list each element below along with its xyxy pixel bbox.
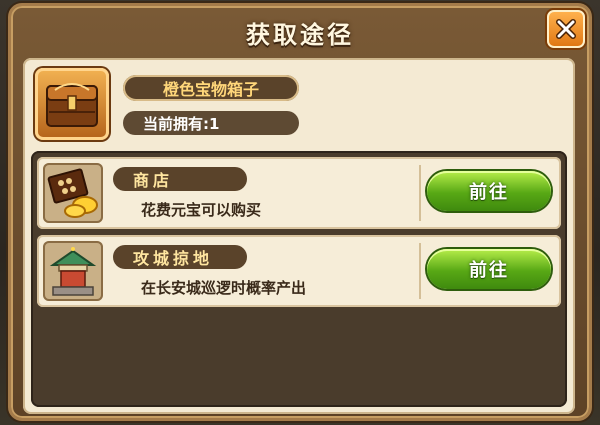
list-item-shop: 商店 花费元宝可以购买 前往 <box>37 157 561 229</box>
close-button[interactable] <box>547 10 585 48</box>
item-owned-count: 当前拥有:1 <box>123 111 299 135</box>
item-name: 橙色宝物箱子 <box>123 75 299 101</box>
item-header: 橙色宝物箱子 当前拥有:1 <box>23 58 575 146</box>
dialog-title: 获取途径 <box>246 20 354 49</box>
source-list: 商店 花费元宝可以购买 前往 攻城掠地 在长安城巡逻时概率产出 前往 <box>31 151 567 407</box>
acquisition-dialog: 获取途径 橙色宝物箱子 当前拥有:1 商店 花费元宝可以购买 前往 攻城掠地 在… <box>8 3 592 421</box>
dialog-title-bar: 获取途径 <box>11 6 589 58</box>
list-item-siege: 攻城掠地 在长安城巡逻时概率产出 前往 <box>37 235 561 307</box>
dialog-content: 橙色宝物箱子 当前拥有:1 商店 花费元宝可以购买 前往 攻城掠地 在长安城巡逻… <box>23 58 575 414</box>
city-pavilion-icon <box>43 241 103 301</box>
shop-title: 商店 <box>113 167 247 191</box>
siege-description: 在长安城巡逻时概率产出 <box>141 279 307 297</box>
orange-treasure-chest-icon <box>35 68 109 140</box>
siege-title: 攻城掠地 <box>113 245 247 269</box>
row-divider <box>419 243 421 299</box>
shop-description: 花费元宝可以购买 <box>141 201 262 219</box>
go-button-shop[interactable]: 前往 <box>427 171 551 211</box>
go-button-siege[interactable]: 前往 <box>427 249 551 289</box>
row-divider <box>419 165 421 221</box>
shop-abacus-gold-icon <box>43 163 103 223</box>
close-x-icon <box>556 19 576 39</box>
